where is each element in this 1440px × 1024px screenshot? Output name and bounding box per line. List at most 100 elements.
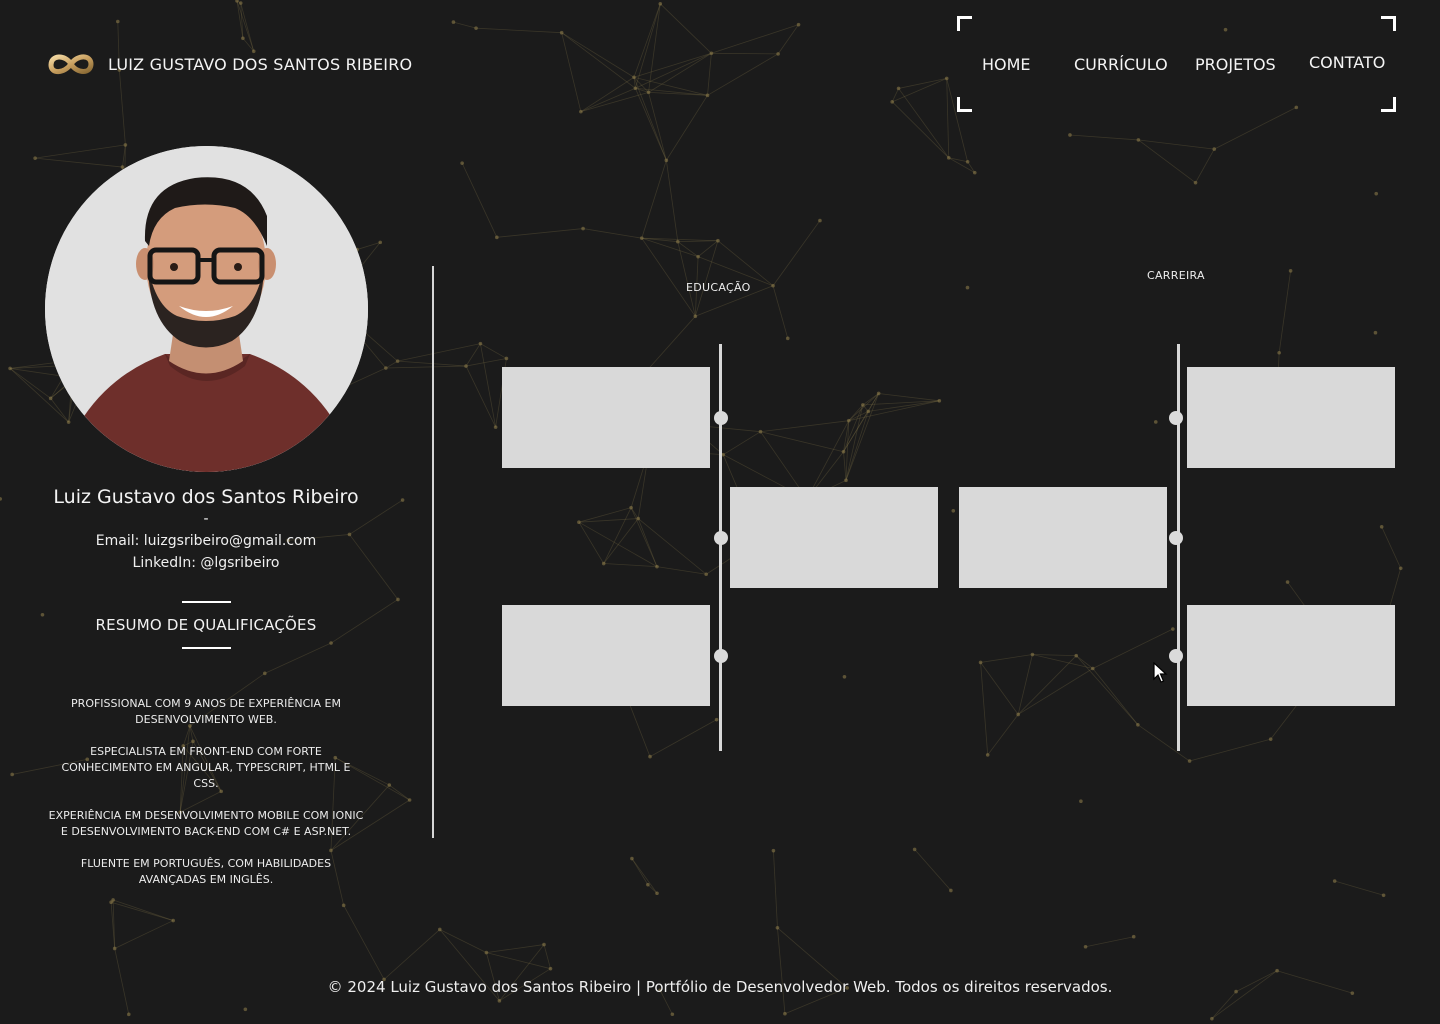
- network-node: [978, 660, 983, 665]
- network-node: [783, 1011, 787, 1016]
- network-link: [665, 160, 679, 242]
- network-node: [497, 999, 502, 1003]
- network-node: [33, 156, 37, 160]
- network-link: [777, 927, 786, 1014]
- network-node: [876, 391, 881, 396]
- qualification-item: FLUENTE EM PORTUGUÊS, COM HABILIDADES AV…: [80, 857, 332, 886]
- education-card[interactable]: [502, 367, 710, 468]
- network-node: [1374, 191, 1379, 196]
- network-link: [634, 3, 661, 89]
- education-card[interactable]: [502, 605, 710, 706]
- network-node: [495, 235, 499, 240]
- network-node: [842, 674, 847, 679]
- network-link: [660, 3, 712, 54]
- network-node: [630, 856, 634, 861]
- education-timeline-dot[interactable]: [714, 411, 728, 425]
- network-node: [395, 359, 400, 363]
- nav-corner-bottom-right: [1381, 97, 1396, 112]
- network-link: [1085, 936, 1134, 948]
- network-link: [760, 420, 849, 433]
- network-link: [543, 944, 551, 969]
- network-node: [696, 254, 700, 259]
- network-node: [646, 882, 650, 887]
- education-timeline-dot[interactable]: [714, 531, 728, 545]
- network-node: [946, 156, 951, 160]
- network-node: [693, 314, 698, 319]
- network-link: [1069, 134, 1139, 141]
- network-link: [580, 76, 635, 113]
- qualifications-list: PROFISSIONAL COM 9 ANOS DE EXPERIÊNCIA E…: [48, 696, 364, 904]
- career-timeline-dot[interactable]: [1169, 531, 1183, 545]
- network-link: [383, 929, 441, 980]
- network-link: [773, 850, 778, 928]
- network-node: [705, 93, 710, 98]
- network-link: [892, 78, 947, 103]
- network-link: [631, 858, 658, 894]
- network-node: [771, 283, 775, 288]
- qualification-item: ESPECIALISTA EM FRONT-END COM FORTE CONH…: [61, 745, 351, 790]
- profile-email[interactable]: Email: luizgsribeiro@gmail.com: [40, 530, 372, 552]
- network-link: [561, 32, 635, 78]
- network-link: [723, 431, 761, 455]
- network-node: [1079, 799, 1083, 803]
- career-timeline-dot[interactable]: [1169, 649, 1183, 663]
- network-node: [1171, 627, 1175, 631]
- network-node: [758, 429, 763, 434]
- network-node: [559, 30, 564, 35]
- career-card[interactable]: [1187, 367, 1395, 468]
- career-card[interactable]: [1187, 605, 1395, 706]
- education-card[interactable]: [730, 487, 938, 588]
- network-node: [1268, 737, 1273, 741]
- profile-linkedin[interactable]: LinkedIn: @lgsribeiro: [40, 552, 372, 574]
- network-link: [603, 563, 657, 568]
- network-node: [912, 847, 917, 852]
- career-timeline-dot[interactable]: [1169, 411, 1183, 425]
- network-link: [389, 784, 410, 801]
- network-node: [378, 240, 383, 245]
- network-link: [603, 518, 639, 564]
- network-link: [633, 3, 661, 78]
- network-node: [1285, 580, 1290, 584]
- network-node: [493, 425, 498, 429]
- nav-home[interactable]: HOME: [982, 55, 1031, 74]
- network-node: [629, 505, 633, 510]
- network-link: [578, 521, 658, 567]
- network-link: [1195, 148, 1215, 183]
- brand[interactable]: LUIZ GUSTAVO DOS SANTOS RIBEIRO: [48, 44, 412, 84]
- nav-contato[interactable]: CONTATO: [1309, 53, 1385, 72]
- network-link: [980, 654, 1033, 663]
- network-node: [844, 478, 848, 483]
- network-node: [944, 76, 949, 81]
- network-node: [1016, 712, 1020, 717]
- nav-corner-top-left: [957, 16, 972, 31]
- network-link: [439, 929, 487, 953]
- network-link: [480, 343, 497, 428]
- network-node: [1153, 420, 1158, 424]
- network-link: [641, 160, 667, 239]
- network-node: [648, 754, 652, 759]
- network-link: [641, 237, 696, 317]
- network-link: [697, 240, 719, 257]
- network-node: [1193, 180, 1198, 185]
- nav-projetos[interactable]: PROJETOS: [1195, 55, 1276, 74]
- network-node: [1136, 138, 1141, 142]
- network-link: [633, 52, 712, 78]
- network-node: [1136, 722, 1140, 727]
- nav-curriculo[interactable]: CURRÍCULO: [1074, 55, 1168, 74]
- network-link: [843, 451, 847, 481]
- network-link: [1138, 139, 1215, 150]
- network-node: [384, 366, 388, 370]
- network-node: [238, 1, 243, 5]
- network-node: [8, 366, 12, 371]
- qualification-item: PROFISSIONAL COM 9 ANOS DE EXPERIÊNCIA E…: [71, 697, 341, 726]
- career-card[interactable]: [959, 487, 1167, 588]
- network-node: [126, 1012, 131, 1017]
- network-link: [114, 920, 174, 949]
- network-node: [1398, 566, 1403, 571]
- education-timeline-dot[interactable]: [714, 649, 728, 663]
- network-node: [548, 966, 553, 971]
- nav-corner-bottom-left: [957, 97, 972, 112]
- network-node: [235, 0, 239, 3]
- qualification-item: EXPERIÊNCIA EM DESENVOLVIMENTO MOBILE CO…: [48, 809, 364, 838]
- network-node: [709, 51, 714, 56]
